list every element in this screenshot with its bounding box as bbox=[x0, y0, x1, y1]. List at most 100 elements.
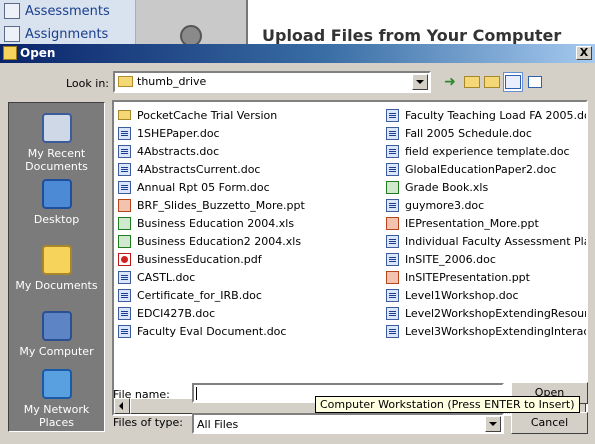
place-label: My Network Places bbox=[23, 403, 90, 429]
file-name: Business Education 2004.xls bbox=[137, 216, 295, 230]
word-file-icon bbox=[118, 306, 131, 320]
word-file-icon bbox=[118, 162, 131, 176]
ppt-file-icon bbox=[386, 270, 399, 284]
word-file-icon bbox=[118, 126, 131, 140]
chevron-down-icon[interactable] bbox=[485, 416, 501, 432]
file-list-item[interactable]: InSITEPresentation.ppt bbox=[386, 268, 586, 286]
network-places-icon bbox=[41, 369, 72, 399]
nav-item-label: Assignments bbox=[25, 26, 109, 42]
file-name: GlobalEducationPaper2.doc bbox=[405, 162, 557, 176]
look-in-dropdown[interactable]: thumb_drive bbox=[113, 71, 431, 93]
file-column-1: PocketCache Trial Version 1SHEPaper.doc 4A… bbox=[118, 106, 380, 340]
nav-item-assignments[interactable]: Assignments bbox=[4, 24, 108, 44]
place-my-network-places[interactable]: My Network Places bbox=[9, 369, 104, 429]
file-list-item[interactable]: Individual Faculty Assessment Plan 1 bbox=[386, 232, 586, 250]
file-list-item[interactable]: field experience template.doc bbox=[386, 142, 586, 160]
file-list-item[interactable]: 4Abstracts.doc bbox=[118, 142, 380, 160]
file-list-item[interactable]: guymore3.doc bbox=[386, 196, 586, 214]
file-list-item[interactable]: InSITE_2006.doc bbox=[386, 250, 586, 268]
file-name: InSITEPresentation.ppt bbox=[405, 270, 530, 284]
my-documents-icon bbox=[41, 245, 72, 275]
word-file-icon bbox=[386, 108, 399, 122]
recent-documents-icon bbox=[41, 113, 72, 143]
place-desktop[interactable]: Desktop bbox=[9, 179, 104, 226]
word-file-icon bbox=[386, 126, 399, 140]
file-list-item[interactable]: EDCI427B.doc bbox=[118, 304, 380, 322]
file-list-item[interactable]: Grade Book.xls bbox=[386, 178, 586, 196]
file-name: IEPresentation_More.ppt bbox=[405, 216, 539, 230]
word-file-icon bbox=[118, 324, 131, 338]
file-list-item[interactable]: BusinessEducation.pdf bbox=[118, 250, 380, 268]
file-column-2: Faculty Teaching Load FA 2005.doc Fall 20… bbox=[386, 106, 586, 340]
file-list-item[interactable]: BRF_Slides_Buzzetto_More.ppt bbox=[118, 196, 380, 214]
look-in-value: thumb_drive bbox=[137, 75, 207, 88]
file-list-item[interactable]: Annual Rpt 05 Form.doc bbox=[118, 178, 380, 196]
file-list-item[interactable]: Faculty Eval Document.doc bbox=[118, 322, 380, 340]
file-list-item[interactable]: GlobalEducationPaper2.doc bbox=[386, 160, 586, 178]
file-name: CASTL.doc bbox=[137, 270, 196, 284]
file-list-item[interactable]: Business Education 2004.xls bbox=[118, 214, 380, 232]
file-name: Faculty Eval Document.doc bbox=[137, 324, 287, 338]
word-file-icon bbox=[118, 180, 131, 194]
file-list-item[interactable]: Business Education2 2004.xls bbox=[118, 232, 380, 250]
file-name: BusinessEducation.pdf bbox=[137, 252, 262, 266]
cancel-button[interactable]: Cancel bbox=[511, 412, 588, 434]
file-list-item[interactable]: 1SHEPaper.doc bbox=[118, 124, 380, 142]
place-label: My Documents bbox=[15, 279, 98, 292]
ppt-file-icon bbox=[386, 216, 399, 230]
file-list-item[interactable]: PocketCache Trial Version bbox=[118, 106, 380, 124]
word-file-icon bbox=[386, 288, 399, 302]
open-dialog: Open X Look in: thumb_drive ➜ My Recent … bbox=[0, 44, 595, 444]
file-list-item[interactable]: Certificate_for_IRB.doc bbox=[118, 286, 380, 304]
place-label: My Computer bbox=[19, 345, 94, 358]
chevron-down-icon[interactable] bbox=[412, 74, 428, 90]
place-my-computer[interactable]: My Computer bbox=[9, 311, 104, 358]
file-name: 4AbstractsCurrent.doc bbox=[137, 162, 261, 176]
file-name: Level3WorkshopExtendingInteraction bbox=[405, 324, 586, 338]
word-file-icon bbox=[386, 324, 399, 338]
file-list-item[interactable]: 4AbstractsCurrent.doc bbox=[118, 160, 380, 178]
file-name: 1SHEPaper.doc bbox=[137, 126, 220, 140]
view-menu-icon[interactable] bbox=[503, 72, 523, 92]
places-bar: My Recent Documents Desktop My Documents… bbox=[8, 102, 105, 432]
word-file-icon bbox=[386, 198, 399, 212]
background-nav: Assessments Assignments bbox=[0, 0, 136, 44]
nav-item-assessments[interactable]: Assessments bbox=[4, 1, 110, 21]
excel-file-icon bbox=[118, 234, 131, 248]
file-list-item[interactable]: Faculty Teaching Load FA 2005.doc bbox=[386, 106, 586, 124]
close-button[interactable]: X bbox=[576, 46, 592, 60]
autocomplete-tooltip: Computer Workstation (Press ENTER to Ins… bbox=[315, 396, 580, 413]
file-type-label: Files of type: bbox=[113, 416, 184, 429]
dialog-titlebar[interactable]: Open X bbox=[0, 44, 595, 63]
new-folder-icon[interactable] bbox=[482, 72, 502, 92]
place-my-documents[interactable]: My Documents bbox=[9, 245, 104, 292]
file-type-dropdown[interactable]: All Files bbox=[192, 413, 504, 434]
pdf-file-icon bbox=[118, 252, 131, 266]
place-my-recent-documents[interactable]: My Recent Documents bbox=[9, 113, 104, 173]
file-list-item[interactable]: Level1Workshop.doc bbox=[386, 286, 586, 304]
word-file-icon bbox=[118, 144, 131, 158]
desktop-icon bbox=[41, 179, 72, 209]
file-name: Individual Faculty Assessment Plan 1 bbox=[405, 234, 586, 248]
my-computer-icon bbox=[41, 311, 72, 341]
excel-file-icon bbox=[118, 216, 131, 230]
file-list-item[interactable]: IEPresentation_More.ppt bbox=[386, 214, 586, 232]
file-list-item[interactable]: Level3WorkshopExtendingInteraction bbox=[386, 322, 586, 340]
word-file-icon bbox=[386, 162, 399, 176]
file-name: 4Abstracts.doc bbox=[137, 144, 220, 158]
details-view-icon[interactable] bbox=[525, 72, 545, 92]
open-dialog-icon bbox=[3, 46, 17, 60]
file-list-item[interactable]: Level2WorkshopExtendingResources bbox=[386, 304, 586, 322]
upload-icon bbox=[180, 25, 202, 44]
file-name: Business Education2 2004.xls bbox=[137, 234, 302, 248]
word-file-icon bbox=[118, 288, 131, 302]
text-caret bbox=[196, 387, 197, 400]
ppt-file-icon bbox=[118, 198, 131, 212]
file-list-item[interactable]: Fall 2005 Schedule.doc bbox=[386, 124, 586, 142]
file-list[interactable]: PocketCache Trial Version 1SHEPaper.doc 4A… bbox=[112, 100, 588, 416]
file-name: Certificate_for_IRB.doc bbox=[137, 288, 262, 302]
up-folder-icon[interactable] bbox=[462, 72, 482, 92]
file-name: Annual Rpt 05 Form.doc bbox=[137, 180, 270, 194]
file-list-item[interactable]: CASTL.doc bbox=[118, 268, 380, 286]
back-icon[interactable]: ➜ bbox=[440, 72, 460, 92]
